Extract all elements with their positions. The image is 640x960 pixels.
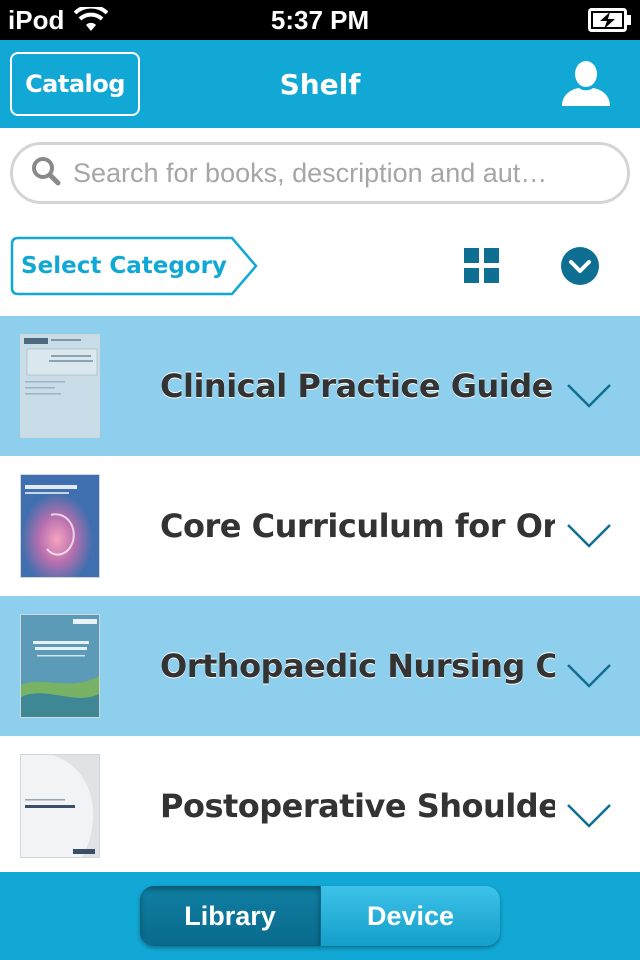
tab-library[interactable]: Library bbox=[140, 886, 320, 946]
chevron-down-circle-icon[interactable] bbox=[561, 247, 599, 285]
tab-device[interactable]: Device bbox=[320, 886, 500, 946]
wifi-icon bbox=[74, 7, 109, 33]
search-icon bbox=[31, 156, 61, 191]
book-row[interactable]: Postoperative Shoulder… bbox=[0, 736, 640, 876]
search-input[interactable] bbox=[73, 145, 627, 201]
book-title: Clinical Practice Guideli… bbox=[160, 367, 555, 405]
book-cover-image bbox=[20, 754, 100, 858]
book-title: Orthopaedic Nursing Co… bbox=[160, 647, 555, 685]
book-cover-image bbox=[20, 614, 100, 718]
book-row[interactable]: Clinical Practice Guideli… bbox=[0, 316, 640, 456]
chevron-down-icon[interactable] bbox=[566, 522, 612, 550]
book-row[interactable]: Core Curriculum for Ort… bbox=[0, 456, 640, 596]
status-bar: iPod 5:37 PM bbox=[0, 0, 640, 40]
book-list: Clinical Practice Guideli… bbox=[0, 316, 640, 876]
search-bar bbox=[10, 142, 630, 204]
book-cover-image bbox=[20, 334, 100, 438]
chevron-down-icon[interactable] bbox=[566, 802, 612, 830]
grid-view-icon[interactable] bbox=[464, 248, 500, 284]
bottom-bar: Library Device bbox=[0, 872, 640, 960]
carrier-label: iPod bbox=[8, 4, 65, 35]
user-profile-icon[interactable] bbox=[560, 60, 612, 108]
status-left: iPod bbox=[8, 4, 109, 36]
library-device-segmented-control: Library Device bbox=[140, 886, 500, 946]
book-title: Core Curriculum for Ort… bbox=[160, 507, 555, 545]
chevron-down-icon[interactable] bbox=[566, 662, 612, 690]
book-title: Postoperative Shoulder… bbox=[160, 787, 555, 825]
battery-charging-icon bbox=[588, 8, 632, 32]
select-category-button[interactable]: Select Category bbox=[10, 236, 260, 296]
book-row[interactable]: Orthopaedic Nursing Co… bbox=[0, 596, 640, 736]
chevron-down-icon[interactable] bbox=[566, 382, 612, 410]
select-category-label: Select Category bbox=[21, 253, 227, 279]
catalog-button[interactable]: Catalog bbox=[10, 52, 140, 116]
nav-bar: Catalog Shelf bbox=[0, 40, 640, 128]
book-cover-image bbox=[20, 474, 100, 578]
